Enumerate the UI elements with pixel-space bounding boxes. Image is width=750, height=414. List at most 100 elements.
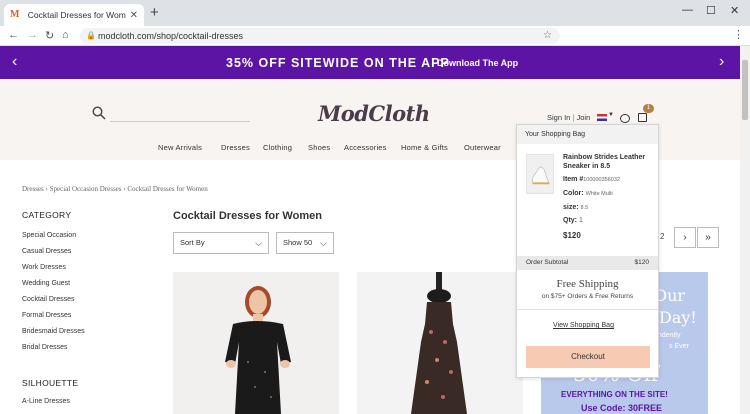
bag-count-badge: 1 [643,104,654,113]
free-shipping-heading: Free Shipping [556,278,619,290]
show-count-label: Show 50 [283,238,313,247]
search-input[interactable] [110,121,250,122]
free-shipping-subtext: on $75+ Orders & Free Returns [541,293,634,300]
ad-subtext: EVERYTHING ON THE SITE! [561,390,668,399]
promo-next-icon[interactable]: › [719,53,724,71]
address-bar: ← → ↻ ⌂ 🔒 modcloth.com/shop/cocktail-dre… [0,26,750,46]
scrollbar-thumb[interactable] [742,60,748,120]
subtotal-label: Order Subtotal [526,259,569,266]
reload-icon[interactable]: ↻ [45,29,54,42]
close-window-icon[interactable]: ✕ [730,4,739,17]
model-black-dress-image [173,272,339,414]
item-number-label: Item # [563,176,584,183]
size-label: size: [563,204,579,211]
bag-heading: Your Shopping Bag [517,125,658,144]
us-flag-icon[interactable] [597,114,607,121]
product-card-image[interactable] [173,272,339,414]
lock-icon: 🔒 [86,31,96,40]
product-card-image[interactable] [357,272,523,414]
shopping-bag-flyout: Your Shopping Bag Rainbow Strides Leathe… [516,124,659,378]
nav-outerwear[interactable]: Outerwear [464,143,501,152]
category-item[interactable]: Casual Dresses [22,248,71,255]
promo-prev-icon[interactable]: ‹ [12,53,17,71]
sneaker-thumbnail-image[interactable] [526,154,554,194]
show-count-select[interactable]: Show 50 ⌵ [276,232,334,254]
forward-icon[interactable]: → [27,29,38,41]
bag-item-qty: Qty: 1 [563,217,583,224]
chevron-right-icon: › [683,232,687,243]
close-tab-icon[interactable]: ✕ [130,10,138,21]
category-item[interactable]: Bridesmaid Dresses [22,328,85,335]
category-heading: CATEGORY [22,210,72,220]
color-value: White Multi [585,191,613,197]
home-icon[interactable]: ⌂ [62,29,69,41]
chat-icon[interactable] [620,114,630,123]
silhouette-item[interactable]: A-Line Dresses [22,398,70,405]
qty-label: Qty: [563,217,577,224]
bag-item-name[interactable]: Rainbow Strides Leather Sneaker in 8.5 [563,153,653,171]
nav-accessories[interactable]: Accessories [344,143,387,152]
item-number-value: 100000356032 [583,177,620,183]
page-title: Cocktail Dresses for Women [173,210,322,222]
size-value: 8.5 [580,205,589,211]
ad-headline-2: Day! [659,308,697,327]
qty-value: 1 [578,217,583,224]
minimize-icon[interactable]: — [682,4,693,16]
account-links: Sign In | Join [547,113,591,122]
breadcrumb[interactable]: Dresses › Special Occasion Dresses › Coc… [22,185,208,193]
order-subtotal-row: Order Subtotal $120 [517,256,658,270]
chevron-down-icon: ⌵ [255,238,262,248]
search-icon[interactable] [92,106,106,120]
sort-by-label: Sort By [180,238,205,247]
sign-in-link[interactable]: Sign In [547,113,570,122]
bag-item-color: Color: White Multi [563,190,613,197]
nav-dresses[interactable]: Dresses [221,143,250,152]
promo-banner[interactable]: ‹ 35% OFF SITEWIDE ON THE APP Download T… [0,46,740,79]
nav-shoes[interactable]: Shoes [308,143,330,152]
category-item[interactable]: Bridal Dresses [22,344,68,351]
ad-code: Use Code: 30FREE [581,403,663,413]
bag-item-price: $120 [563,231,581,240]
divider [517,309,658,310]
download-app-link[interactable]: Download The App [437,58,518,68]
url-input[interactable]: 🔒 modcloth.com/shop/cocktail-dresses ☆ [80,28,560,44]
nav-home-gifts[interactable]: Home & Gifts [401,143,448,152]
join-link[interactable]: Join [577,113,591,122]
browser-tab-bar: M Cocktail Dresses for Women | M ✕ + — ☐… [0,0,750,26]
chevron-down-icon: ⌵ [320,238,327,248]
modcloth-logo[interactable]: ModCloth [318,101,430,126]
subtotal-value: $120 [634,259,649,266]
mannequin-floral-dress-image [357,272,523,414]
category-item[interactable]: Wedding Guest [22,280,70,287]
promo-message: 35% OFF SITEWIDE ON THE APP [226,56,450,70]
category-item[interactable]: Cocktail Dresses [22,296,75,303]
shopping-bag-icon[interactable] [638,113,647,122]
maximize-icon[interactable]: ☐ [706,4,716,17]
bag-item-size: size: 8.5 [563,204,588,211]
double-chevron-right-icon: » [705,232,711,243]
category-item[interactable]: Work Dresses [22,264,66,271]
browser-tab[interactable]: M Cocktail Dresses for Women | M ✕ [4,4,144,26]
browser-menu-icon[interactable]: ⋮ [733,28,744,41]
sort-by-select[interactable]: Sort By ⌵ [173,232,269,254]
last-page-button[interactable]: » [697,227,719,248]
next-page-button[interactable]: › [674,227,696,248]
bag-item-number: Item #100000356032 [563,176,620,183]
view-shopping-bag-link[interactable]: View Shopping Bag [553,322,614,329]
new-tab-icon[interactable]: + [150,5,159,20]
color-label: Color: [563,190,584,197]
category-item[interactable]: Formal Dresses [22,312,71,319]
chevron-down-icon[interactable]: ▼ [608,112,614,118]
page-number-link[interactable]: 2 [660,232,664,241]
ad-text-2: s Ever [669,343,689,350]
checkout-button[interactable]: Checkout [526,346,650,368]
modcloth-favicon-icon: M [10,9,20,20]
silhouette-heading: SILHOUETTE [22,378,79,388]
tab-title: Cocktail Dresses for Women | M [27,10,126,20]
bookmark-star-icon[interactable]: ☆ [543,28,552,44]
back-icon[interactable]: ← [8,29,19,41]
nav-new-arrivals[interactable]: New Arrivals [158,143,202,152]
nav-clothing[interactable]: Clothing [263,143,292,152]
category-item[interactable]: Special Occasion [22,232,76,239]
url-text: modcloth.com/shop/cocktail-dresses [98,31,244,41]
